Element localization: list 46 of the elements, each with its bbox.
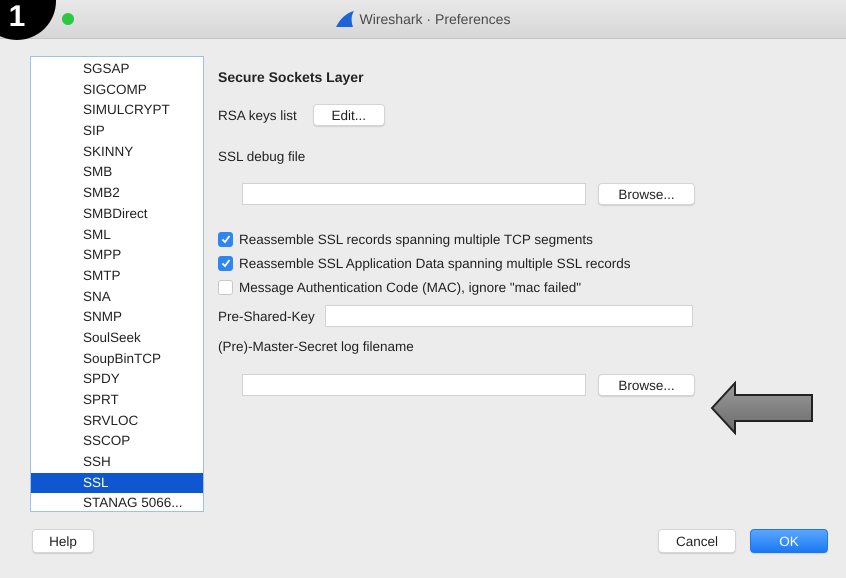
log-filename-label: (Pre)-Master-Secret log filename <box>218 339 415 354</box>
protocol-item[interactable]: SIGCOMP <box>31 80 203 100</box>
help-button[interactable]: Help <box>32 529 94 553</box>
protocol-item[interactable]: SNA <box>31 286 203 308</box>
protocol-item[interactable]: SML <box>31 224 203 246</box>
zoom-window-icon[interactable] <box>62 13 74 25</box>
browse-button[interactable]: Browse... <box>598 183 695 205</box>
protocol-item[interactable]: SIMULCRYPT <box>31 100 203 122</box>
checkbox-label: Reassemble SSL Application Data spanning multiple SSL records <box>239 256 630 270</box>
protocol-item[interactable]: SMBDirect <box>31 204 203 224</box>
protocol-item[interactable]: SGSAP <box>31 59 203 80</box>
protocol-item[interactable]: SPDY <box>31 369 203 390</box>
edit-button[interactable]: Edit... <box>312 104 385 126</box>
checkbox-label: Reassemble SSL records spanning multiple TCP segments <box>239 232 593 246</box>
pre-shared-key-field[interactable] <box>324 305 693 327</box>
protocol-item[interactable]: SMB <box>31 162 203 184</box>
protocol-item[interactable]: SSH <box>31 452 203 473</box>
protocol-item[interactable]: SRVLOC <box>31 410 203 432</box>
protocol-item[interactable]: SSL <box>31 472 203 494</box>
log-filename-field[interactable] <box>242 374 586 396</box>
browse-button[interactable]: Browse... <box>598 374 695 396</box>
window-title: Wireshark · Preferences <box>360 11 510 27</box>
checkmark-icon <box>220 233 232 245</box>
protocol-item[interactable]: SIP <box>31 121 203 142</box>
checkmark-icon <box>220 257 232 269</box>
cancel-button[interactable]: Cancel <box>658 529 736 553</box>
section-heading: Secure Sockets Layer <box>218 69 365 85</box>
rsa-keys-label: RSA keys list <box>218 108 297 122</box>
protocol-item[interactable]: SMTP <box>31 266 203 287</box>
pre-shared-key-label: Pre-Shared-Key <box>218 308 315 324</box>
debug-file-label: SSL debug file <box>218 149 306 164</box>
checkbox[interactable] <box>218 256 233 270</box>
protocol-item[interactable]: SPRT <box>31 390 203 411</box>
checkbox[interactable] <box>218 232 233 246</box>
protocol-item[interactable]: SMPP <box>31 245 203 266</box>
fin-logo-icon <box>336 11 354 27</box>
protocol-item[interactable]: SKINNY <box>31 142 203 162</box>
protocol-item[interactable]: SNMP <box>31 307 203 328</box>
checkbox[interactable] <box>218 280 233 294</box>
checkbox-label: Message Authentication Code (MAC), ignore "mac failed" <box>239 280 582 294</box>
debug-file-field[interactable] <box>242 183 586 205</box>
protocol-item[interactable]: SMB2 <box>31 183 203 204</box>
protocol-item[interactable]: SSCOP <box>31 431 203 452</box>
protocol-item[interactable]: SoulSeek <box>31 328 203 349</box>
protocol-item[interactable]: STANAG 5066... <box>31 493 203 514</box>
protocol-item[interactable]: SoupBinTCP <box>31 348 203 370</box>
